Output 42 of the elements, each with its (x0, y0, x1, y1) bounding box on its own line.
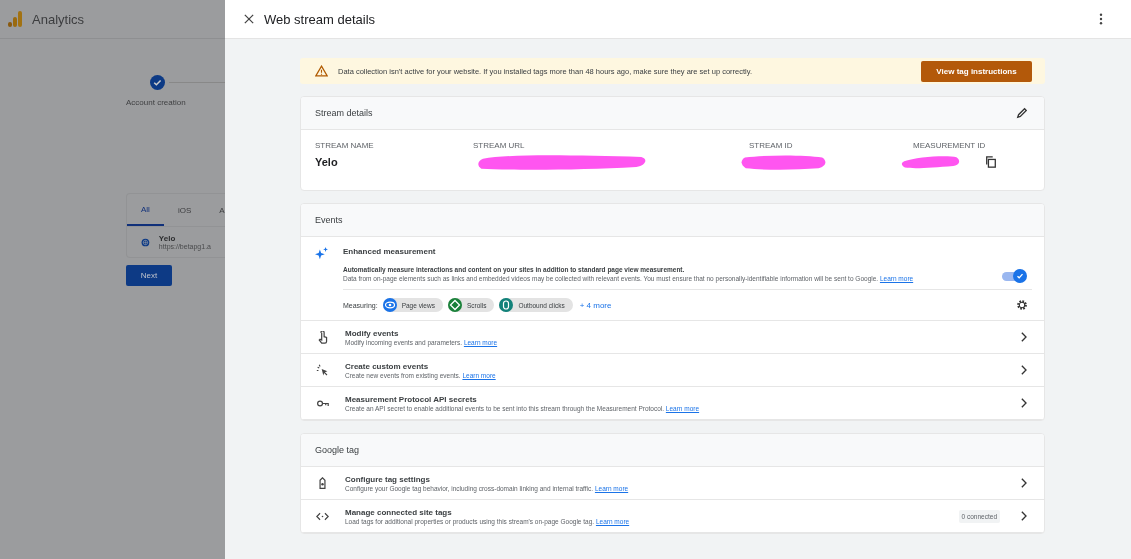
field-label: MEASUREMENT ID (913, 141, 987, 150)
section-title: Enhanced measurement (343, 247, 437, 256)
step-label: Account creation (126, 98, 187, 107)
row-title: Manage connected site tags (345, 507, 453, 517)
row-title: Configure tag settings (345, 474, 431, 484)
next-button[interactable]: Next (126, 265, 172, 286)
logo-icon (8, 11, 22, 27)
edit-icon[interactable] (1016, 107, 1028, 119)
chevron-right-icon[interactable] (1020, 365, 1027, 375)
chevron-right-icon[interactable] (1020, 511, 1027, 521)
sparkle-icon (315, 247, 328, 260)
close-icon[interactable] (244, 14, 254, 24)
row-title: Modify events (345, 328, 400, 338)
app-name: Analytics (32, 11, 85, 27)
cursor-sparkle-icon (316, 363, 329, 377)
copy-icon[interactable] (985, 156, 997, 168)
settings-icon[interactable] (1016, 299, 1028, 311)
tag-icon (316, 476, 329, 490)
field-label: STREAM URL (473, 141, 526, 150)
field-label: STREAM NAME (315, 141, 375, 150)
card-title: Google tag (315, 445, 360, 455)
check-icon (1015, 271, 1025, 281)
view-tag-instructions-button[interactable]: View tag instructions (921, 60, 1032, 82)
row-title: Create custom events (345, 361, 430, 371)
chevron-right-icon[interactable] (1020, 332, 1027, 342)
card-title: Events (315, 215, 343, 225)
platform-tab[interactable]: All (127, 194, 164, 226)
panel-title: Web stream details (264, 11, 377, 27)
warning-icon (315, 65, 328, 77)
more-options-icon[interactable] (1099, 13, 1103, 25)
card-title: Stream details (315, 108, 373, 118)
field-value: Yelo (315, 156, 338, 168)
stream-name: Yelo (158, 234, 177, 243)
hand-icon (316, 330, 329, 344)
field-label: STREAM ID (749, 141, 794, 150)
row-title: Measurement Protocol API secrets (345, 394, 478, 404)
toggle-switch[interactable] (1002, 272, 1024, 281)
more-link[interactable]: + 4 more (579, 300, 1011, 310)
chevron-right-icon[interactable] (1020, 398, 1027, 408)
platform-tab[interactable]: iOS (163, 194, 206, 226)
platform-tab[interactable]: A (205, 194, 225, 226)
chevron-right-icon[interactable] (1020, 478, 1027, 488)
